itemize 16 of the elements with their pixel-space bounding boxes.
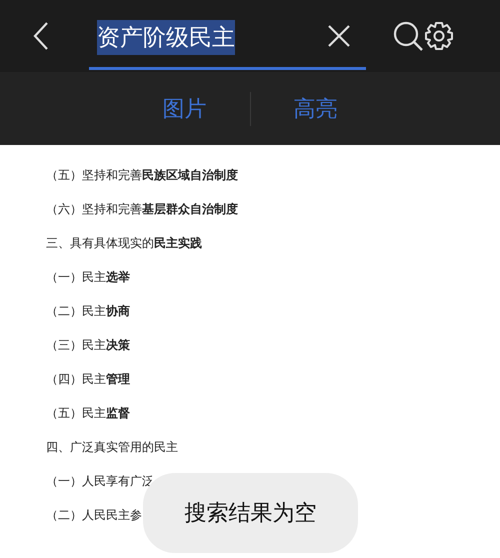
outline-line: （三）民主决策: [46, 337, 130, 353]
outline-line: （二）人民民主参: [46, 507, 142, 523]
outline-line: （二）民主协商: [46, 303, 130, 319]
close-icon[interactable]: [327, 24, 351, 48]
settings-icon[interactable]: [424, 21, 454, 51]
back-icon[interactable]: [32, 21, 50, 51]
outline-line: （五）民主监督: [46, 405, 130, 421]
tab[interactable]: 图片: [140, 94, 230, 124]
outline-line: （五）坚持和完善民族区域自治制度: [46, 167, 238, 183]
outline-line: 三、具有具体现实的民主实践: [46, 235, 202, 251]
search-icon[interactable]: [392, 20, 424, 52]
outline-line: 四、广泛真实管用的民主: [46, 439, 178, 455]
outline-line: （四）民主管理: [46, 371, 130, 387]
tab[interactable]: 高亮: [270, 94, 360, 124]
outline-line: （六）坚持和完善基层群众自治制度: [46, 201, 238, 217]
outline-line: （一）民主选举: [46, 269, 130, 285]
